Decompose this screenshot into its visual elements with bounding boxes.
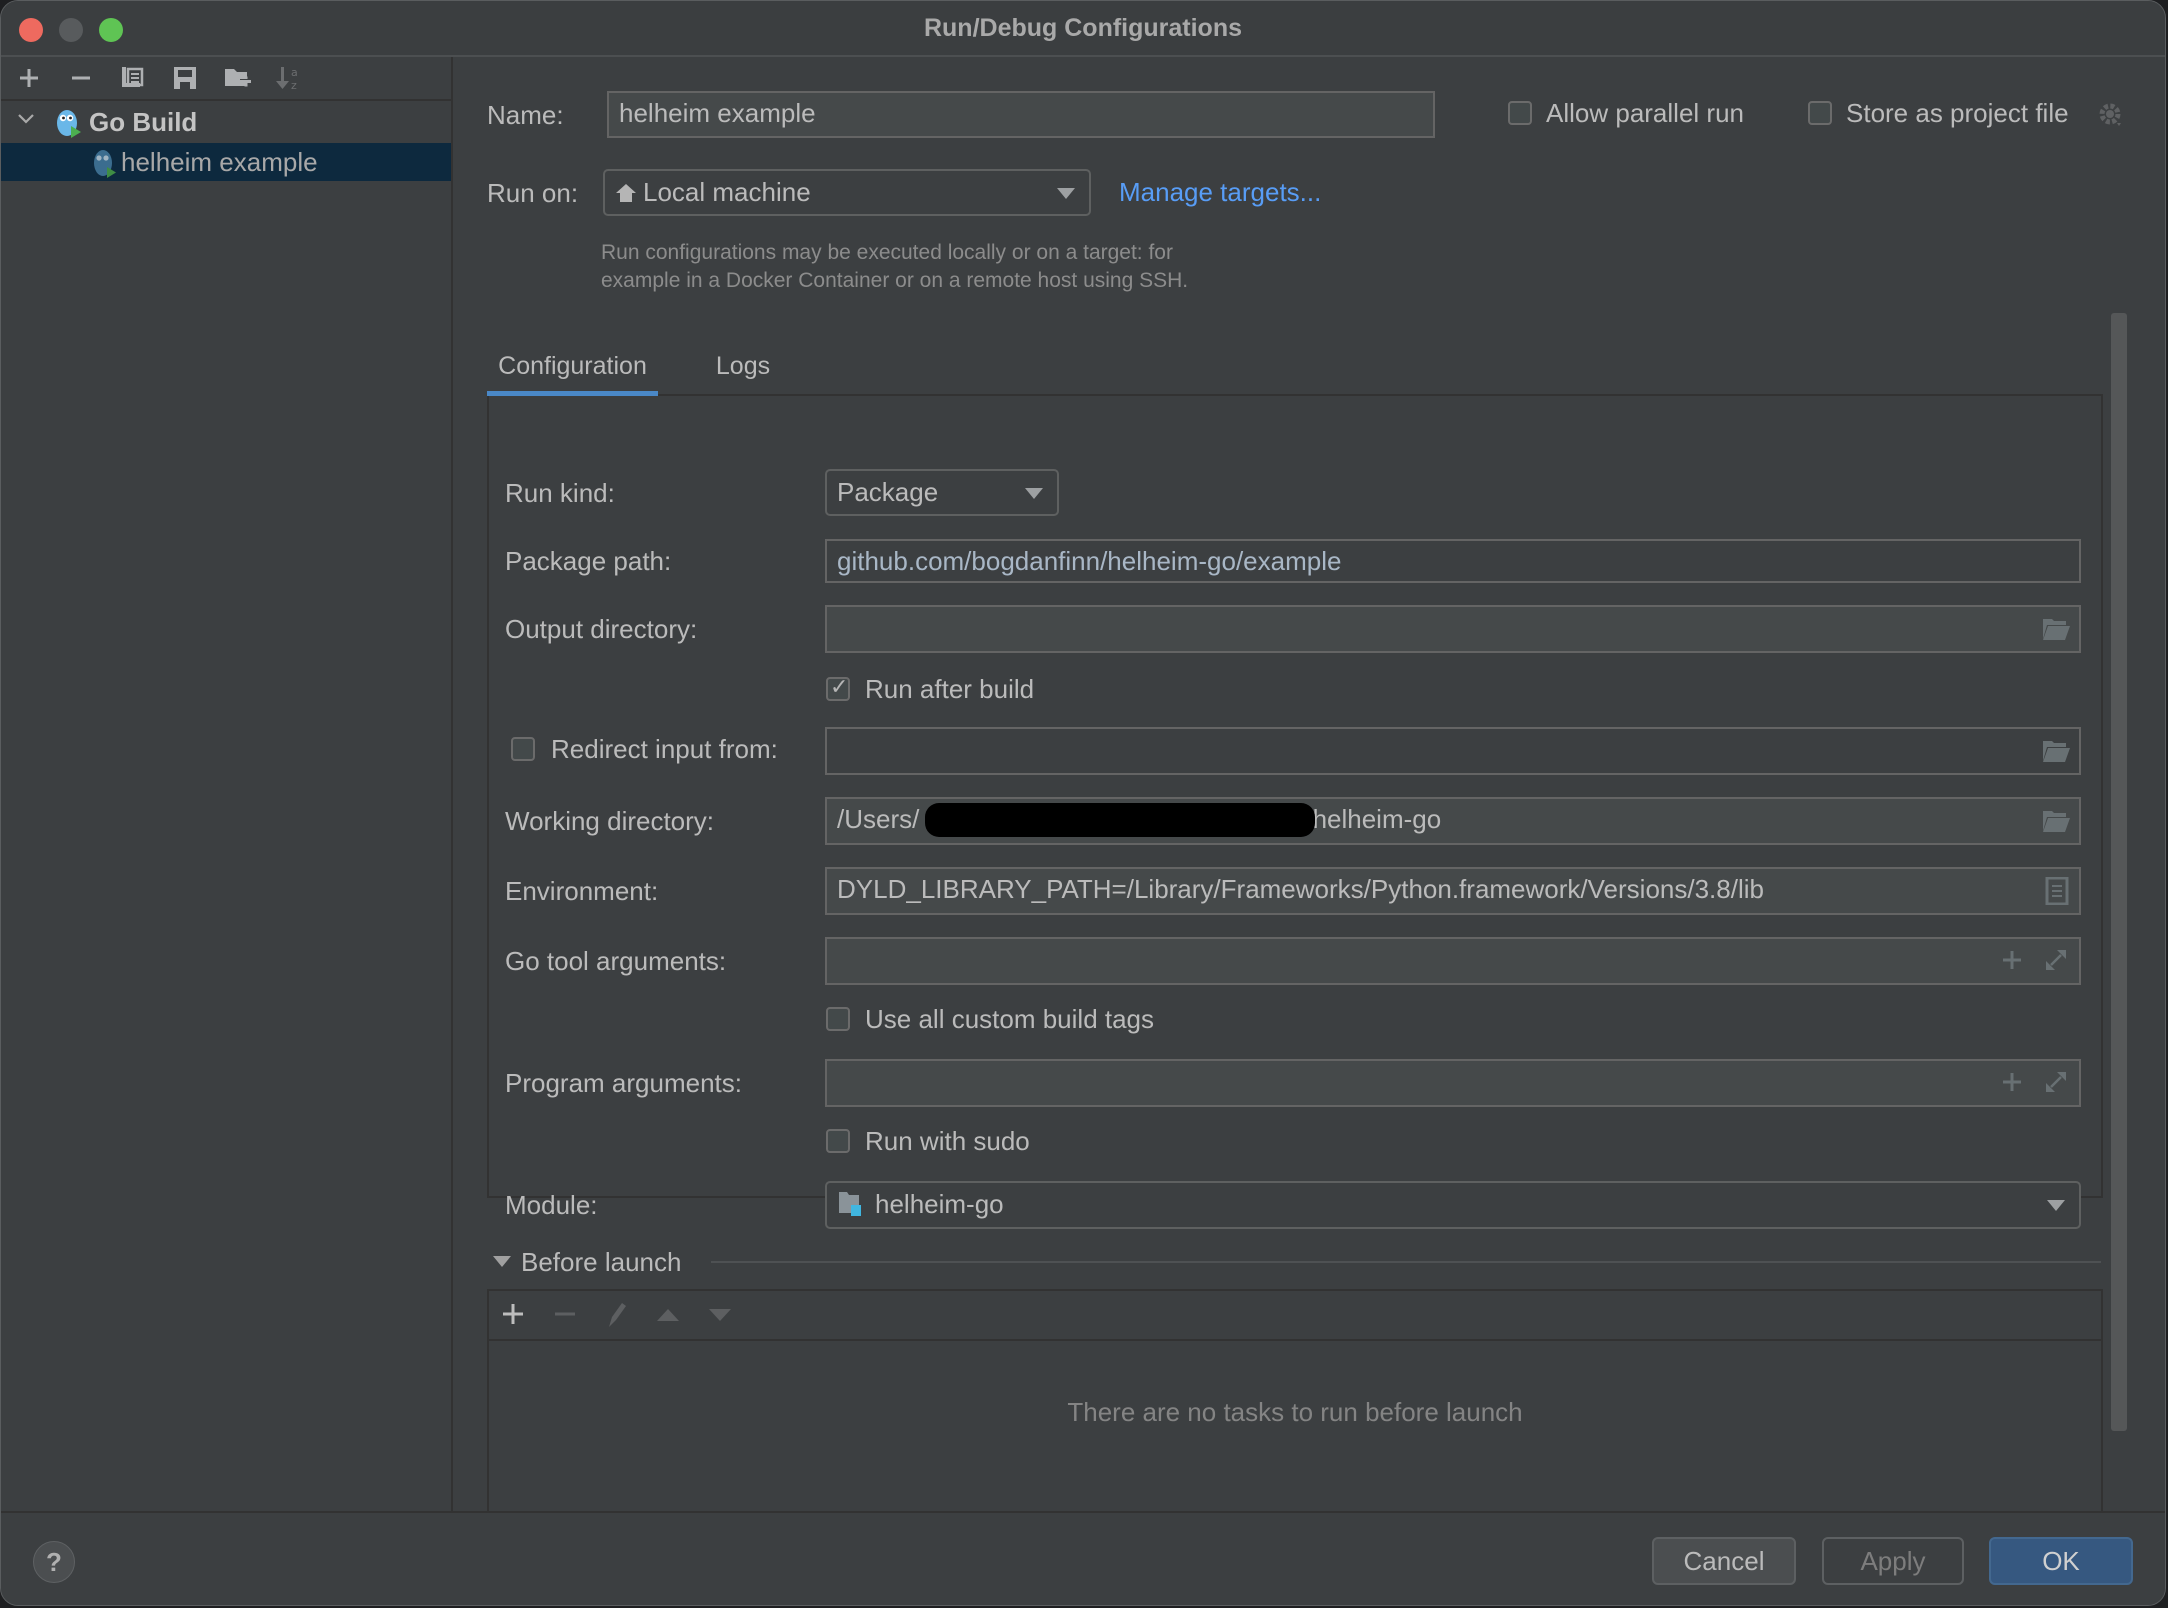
triangle-down-icon [493, 1256, 511, 1267]
go-tool-arguments-input[interactable] [825, 937, 2081, 985]
run-kind-dropdown[interactable]: Package [825, 469, 1059, 516]
plus-icon[interactable] [2001, 1071, 2023, 1097]
copy-icon[interactable] [118, 63, 148, 93]
store-as-project-file-checkbox[interactable] [1808, 101, 1832, 125]
folder-open-icon[interactable] [2041, 809, 2071, 837]
expand-icon[interactable] [2043, 1069, 2069, 1099]
go-tool-arguments-label: Go tool arguments: [505, 946, 727, 976]
move-up-icon[interactable] [655, 1295, 681, 1343]
document-icon[interactable] [2045, 876, 2069, 909]
configurations-sidebar: az Go Build helheim example Edit configu… [1, 57, 453, 1544]
redirect-input-field[interactable] [825, 727, 2081, 775]
window-title: Run/Debug Configurations [923, 14, 1243, 42]
before-launch-toolbar [489, 1291, 2101, 1341]
go-build-icon [55, 107, 81, 138]
tree-group-go-build[interactable]: Go Build [1, 103, 451, 141]
run-with-sudo-label: Run with sudo [865, 1126, 1030, 1156]
chevron-down-icon[interactable] [15, 107, 37, 129]
run-with-sudo-checkbox[interactable] [826, 1129, 850, 1153]
module-dropdown[interactable]: helheim-go [825, 1181, 2081, 1229]
plus-icon[interactable] [2001, 949, 2023, 975]
apply-button[interactable]: Apply [1822, 1537, 1964, 1585]
run-on-label: Run on: [487, 178, 579, 208]
use-all-custom-build-tags-label: Use all custom build tags [865, 1004, 1155, 1034]
folder-open-icon[interactable] [2041, 617, 2071, 645]
module-label: Module: [505, 1190, 598, 1220]
before-launch-title: Before launch [521, 1247, 682, 1277]
plus-icon[interactable] [501, 1295, 525, 1343]
go-config-icon [91, 147, 117, 178]
environment-input[interactable]: DYLD_LIBRARY_PATH=/Library/Frameworks/Py… [825, 867, 2081, 915]
expand-icon[interactable] [2043, 947, 2069, 977]
save-icon[interactable] [170, 63, 200, 93]
dialog-footer: ? Cancel Apply OK [1, 1511, 2165, 1605]
working-directory-label: Working directory: [505, 806, 715, 836]
svg-text:z: z [291, 79, 297, 92]
help-button[interactable]: ? [33, 1541, 75, 1583]
module-folder-icon [837, 1187, 875, 1229]
allow-parallel-run-label: Allow parallel run [1546, 98, 1744, 128]
minus-icon[interactable] [553, 1295, 577, 1343]
package-path-label: Package path: [505, 546, 672, 576]
run-on-hint-line2: example in a Docker Container or on a re… [601, 269, 1189, 292]
tab-configuration[interactable]: Configuration [487, 341, 658, 391]
environment-label: Environment: [505, 876, 659, 906]
tree-item-helheim-example[interactable]: helheim example [1, 143, 451, 181]
pencil-icon[interactable] [605, 1295, 629, 1343]
folder-open-icon[interactable] [2041, 739, 2071, 767]
name-input[interactable]: helheim example [607, 91, 1435, 138]
program-arguments-input[interactable] [825, 1059, 2081, 1107]
tab-logs[interactable]: Logs [708, 341, 778, 391]
run-after-build-checkbox[interactable] [826, 674, 850, 701]
program-arguments-label: Program arguments: [505, 1068, 742, 1098]
before-launch-empty-text: There are no tasks to run before launch [1067, 1397, 1523, 1427]
svg-text:a: a [291, 66, 298, 79]
before-launch-separator [711, 1261, 2101, 1263]
plus-icon[interactable] [14, 63, 44, 93]
run-kind-label: Run kind: [505, 478, 615, 508]
dropdown-arrow-icon [2047, 1200, 2065, 1211]
allow-parallel-run-checkbox[interactable] [1508, 101, 1532, 125]
run-after-build-label: Run after build [865, 674, 1035, 704]
run-on-dropdown[interactable]: Local machine [603, 169, 1091, 216]
tree-item-label: helheim example [121, 147, 318, 177]
module-value: helheim-go [875, 1189, 1004, 1219]
vertical-scrollbar[interactable] [2111, 313, 2127, 1431]
store-as-project-file-label: Store as project file [1846, 98, 2069, 128]
sort-alpha-icon[interactable]: az [274, 63, 304, 93]
redirect-input-label: Redirect input from: [551, 734, 778, 764]
title-bar: Run/Debug Configurations [1, 1, 2165, 57]
name-label: Name: [487, 100, 564, 130]
run-debug-dialog: Run/Debug Configurations az Go Build hel… [0, 0, 2166, 1606]
tree-group-label: Go Build [89, 107, 198, 137]
run-on-hint-line1: Run configurations may be executed local… [601, 241, 1173, 264]
move-down-icon[interactable] [707, 1295, 733, 1343]
folder-add-icon[interactable] [222, 63, 252, 93]
output-directory-input[interactable] [825, 605, 2081, 653]
home-icon [615, 174, 643, 216]
ok-button[interactable]: OK [1989, 1537, 2133, 1585]
manage-targets-link[interactable]: Manage targets... [1119, 177, 1321, 208]
use-all-custom-build-tags-checkbox[interactable] [826, 1007, 850, 1031]
cancel-button[interactable]: Cancel [1652, 1537, 1796, 1585]
gear-icon[interactable] [2097, 101, 2125, 129]
configuration-editor: Name: helheim example Allow parallel run… [453, 57, 2165, 1511]
before-launch-panel: There are no tasks to run before launch [487, 1289, 2103, 1511]
run-on-value: Local machine [643, 177, 811, 207]
dropdown-arrow-icon [1025, 488, 1043, 499]
redirect-input-checkbox[interactable] [511, 737, 535, 761]
minus-icon[interactable] [66, 63, 96, 93]
sidebar-toolbar: az [1, 57, 451, 101]
working-directory-suffix: /helheim-go [1305, 804, 1442, 834]
package-path-input[interactable]: github.com/bogdanfinn/helheim-go/example [825, 539, 2081, 583]
output-directory-label: Output directory: [505, 614, 698, 644]
working-directory-prefix: /Users/ [837, 804, 920, 834]
redacted-path [925, 803, 1315, 837]
dropdown-arrow-icon [1057, 188, 1075, 199]
run-kind-value: Package [837, 477, 939, 507]
